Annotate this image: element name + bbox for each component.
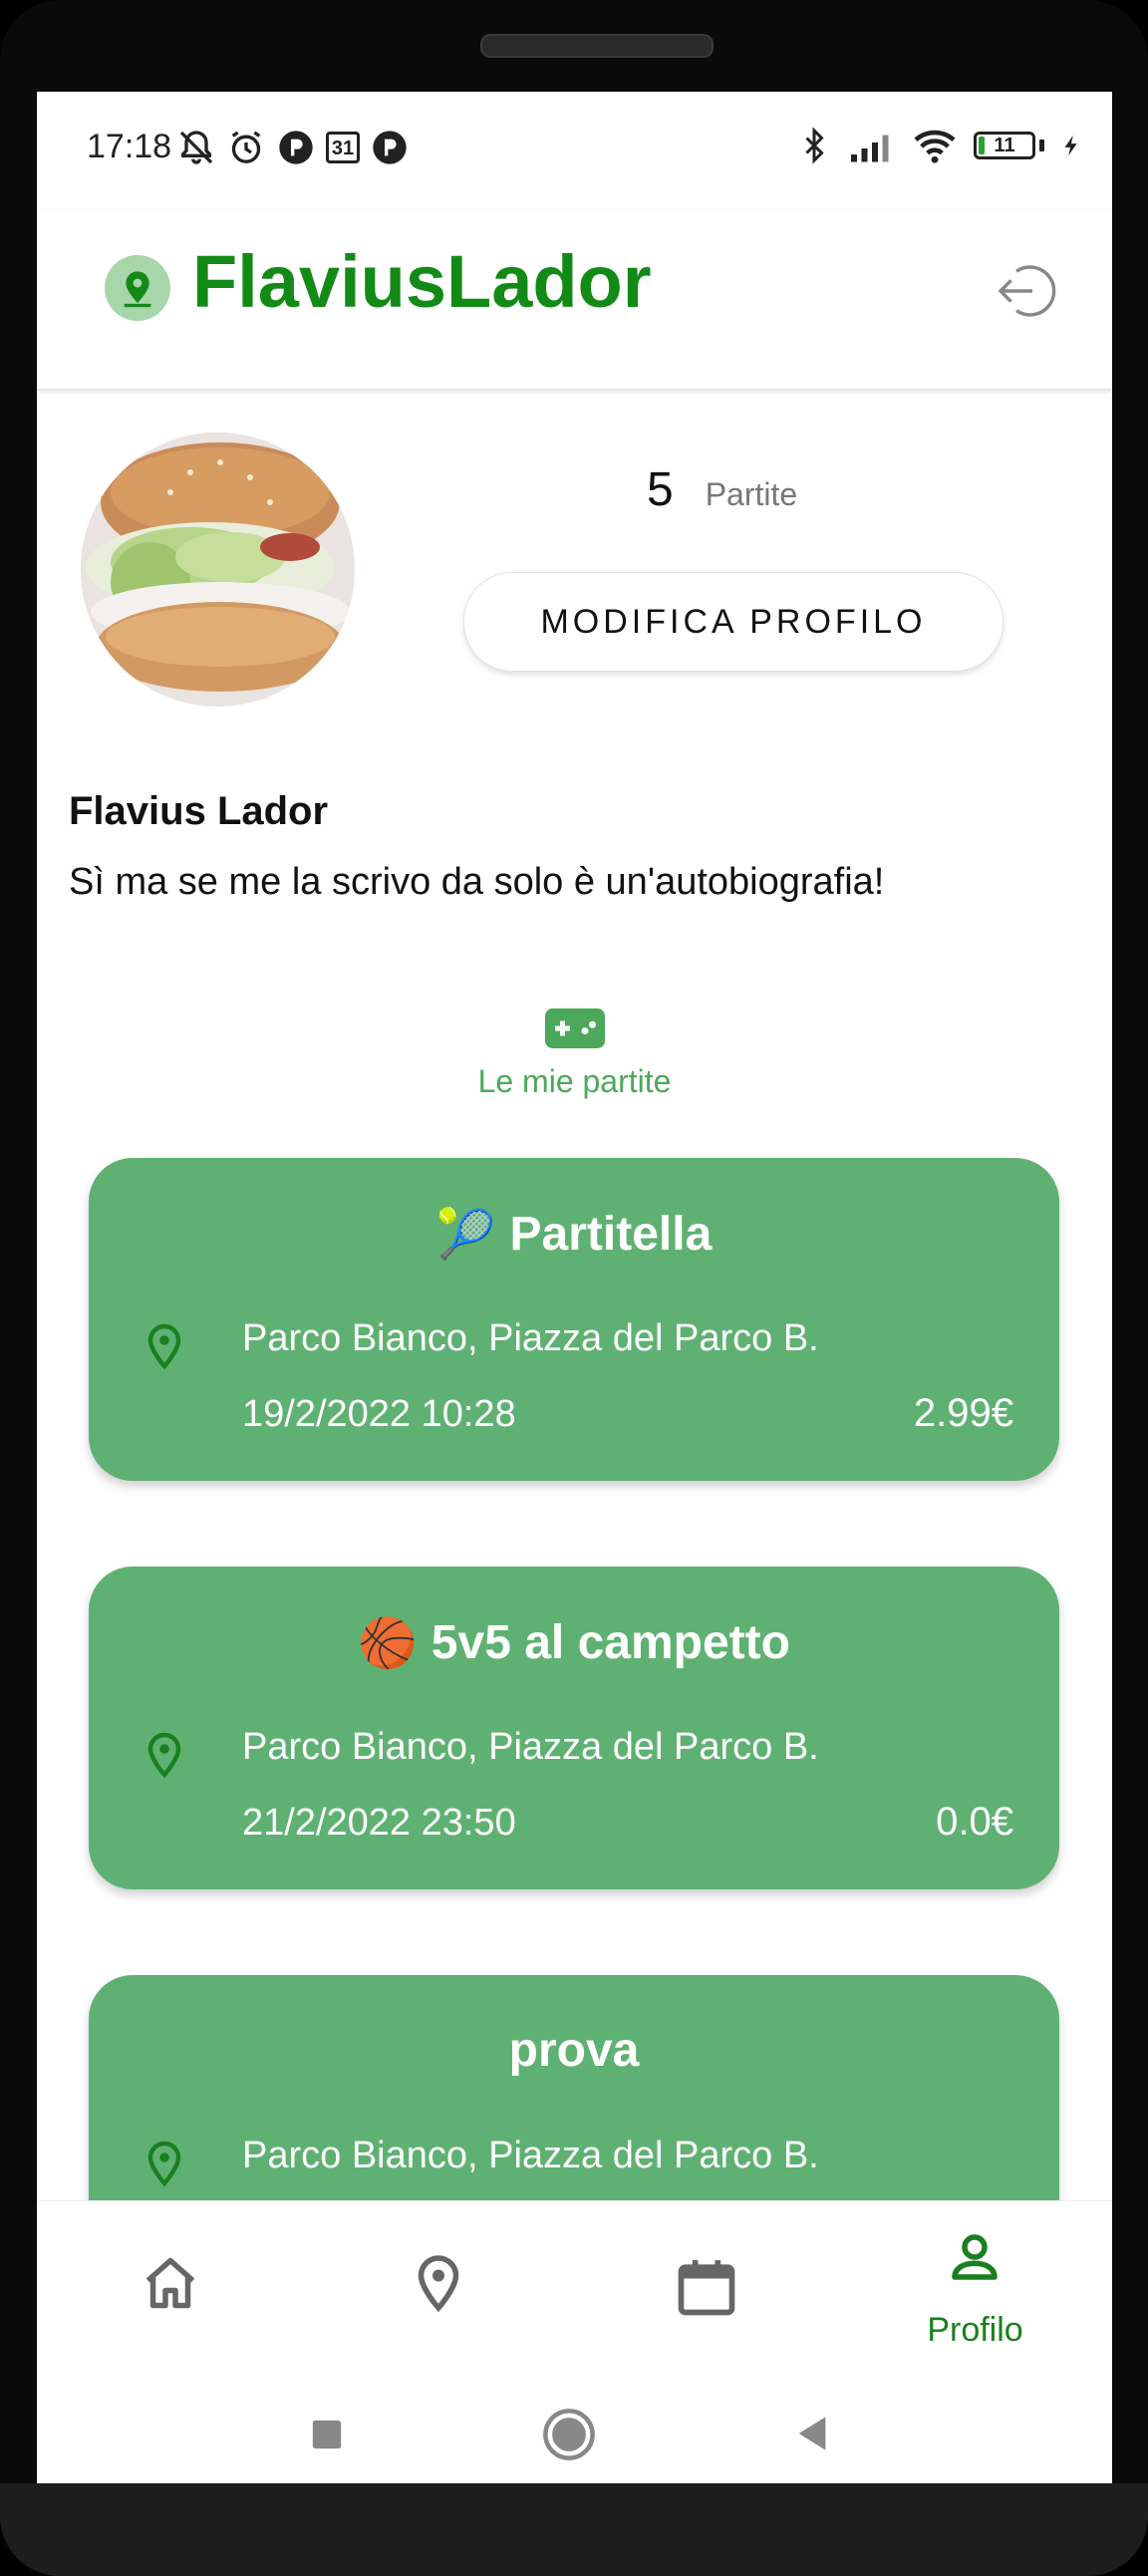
status-bar: 17:18 31 11	[37, 92, 1112, 209]
match-address: Parco Bianco, Piazza del Parco B.	[242, 1726, 819, 1768]
battery-level-text: 11	[994, 135, 1015, 156]
my-matches-tab[interactable]: Le mie partite	[37, 1008, 1112, 1100]
match-card[interactable]: 🎾 Partitella Parco Bianco, Piazza del Pa…	[89, 1158, 1059, 1481]
alarm-icon	[231, 131, 261, 163]
app-notification-icon	[279, 131, 313, 164]
tennis-emoji-icon: 🎾	[435, 1209, 496, 1262]
map-pin-icon	[147, 1323, 181, 1370]
wifi-icon	[914, 130, 956, 163]
app-title: FlaviusLador	[192, 240, 652, 323]
match-title-row: 🏀 5v5 al campetto	[89, 1614, 1059, 1671]
bottom-navigation: Profilo	[37, 2200, 1112, 2387]
map-pin-icon	[147, 1732, 181, 1779]
phone-frame: 17:18 31 11 FlaviusLador 5 Partite MODIF…	[0, 0, 1148, 2576]
signal-icon	[851, 135, 889, 162]
match-title: Partitella	[509, 1208, 713, 1261]
calendar-icon	[678, 2260, 735, 2316]
match-price: 0.0€	[936, 1800, 1013, 1844]
my-matches-label: Le mie partite	[477, 1063, 672, 1099]
status-left-icons: 31	[176, 128, 410, 167]
matches-count: 5	[647, 463, 674, 516]
nav-map[interactable]	[305, 2201, 573, 2387]
app-notification-icon	[373, 131, 407, 164]
edit-profile-button[interactable]: MODIFICA PROFILO	[463, 572, 1004, 672]
profile-avatar	[81, 432, 355, 707]
home-circle-icon[interactable]	[542, 2408, 596, 2461]
nav-profile-label: Profilo	[927, 2311, 1023, 2349]
gamepad-icon	[544, 1008, 605, 1048]
map-pin-logo-icon	[124, 271, 151, 308]
battery-icon: 11	[974, 132, 1035, 159]
match-datetime: 19/2/2022 10:28	[242, 1393, 516, 1435]
match-address: Parco Bianco, Piazza del Parco B.	[242, 2135, 819, 2176]
match-title-row: prova	[89, 2023, 1059, 2078]
calendar-day-text: 31	[331, 138, 355, 159]
calendar-31-icon: 31	[326, 132, 360, 163]
screen: 17:18 31 11 FlaviusLador 5 Partite MODIF…	[37, 92, 1112, 2483]
logout-icon[interactable]	[993, 259, 1056, 323]
profile-bio: Sì ma se me la scrivo da solo è un'autob…	[69, 861, 885, 903]
recents-square-icon[interactable]	[310, 2418, 344, 2451]
burger-photo	[81, 432, 355, 707]
nav-calendar[interactable]	[573, 2201, 841, 2387]
map-pin-icon	[418, 2255, 459, 2313]
match-card[interactable]: 🏀 5v5 al campetto Parco Bianco, Piazza d…	[89, 1567, 1059, 1889]
back-triangle-icon[interactable]	[792, 2414, 832, 2453]
app-bar: FlaviusLador	[37, 209, 1112, 390]
bluetooth-icon	[805, 127, 824, 164]
charging-icon	[1064, 135, 1077, 156]
match-title-row: 🎾 Partitella	[89, 1206, 1059, 1263]
matches-label: Partite	[705, 476, 798, 512]
home-icon	[145, 2257, 195, 2309]
battery-cap	[1039, 140, 1044, 151]
matches-stat: 5 Partite	[647, 462, 797, 517]
match-address: Parco Bianco, Piazza del Parco B.	[242, 1317, 819, 1359]
match-price: 2.99€	[913, 1391, 1013, 1435]
person-icon	[952, 2234, 998, 2280]
status-right-icons: 11	[796, 126, 1082, 165]
match-datetime: 21/2/2022 23:50	[242, 1802, 516, 1844]
system-navigation-bar	[37, 2386, 1112, 2483]
mute-bell-icon	[179, 131, 213, 164]
basketball-emoji-icon: 🏀	[358, 1617, 418, 1670]
match-title: 5v5 al campetto	[430, 1616, 790, 1669]
speaker-grille	[480, 34, 714, 58]
match-title: prova	[508, 2024, 640, 2077]
nav-home[interactable]	[37, 2201, 305, 2387]
map-pin-icon	[147, 2141, 181, 2187]
status-time: 17:18	[87, 128, 172, 165]
bottom-bezel	[0, 2483, 1148, 2576]
nav-profile[interactable]: Profilo	[841, 2201, 1109, 2387]
logo	[105, 255, 170, 321]
profile-full-name: Flavius Lador	[69, 789, 329, 833]
